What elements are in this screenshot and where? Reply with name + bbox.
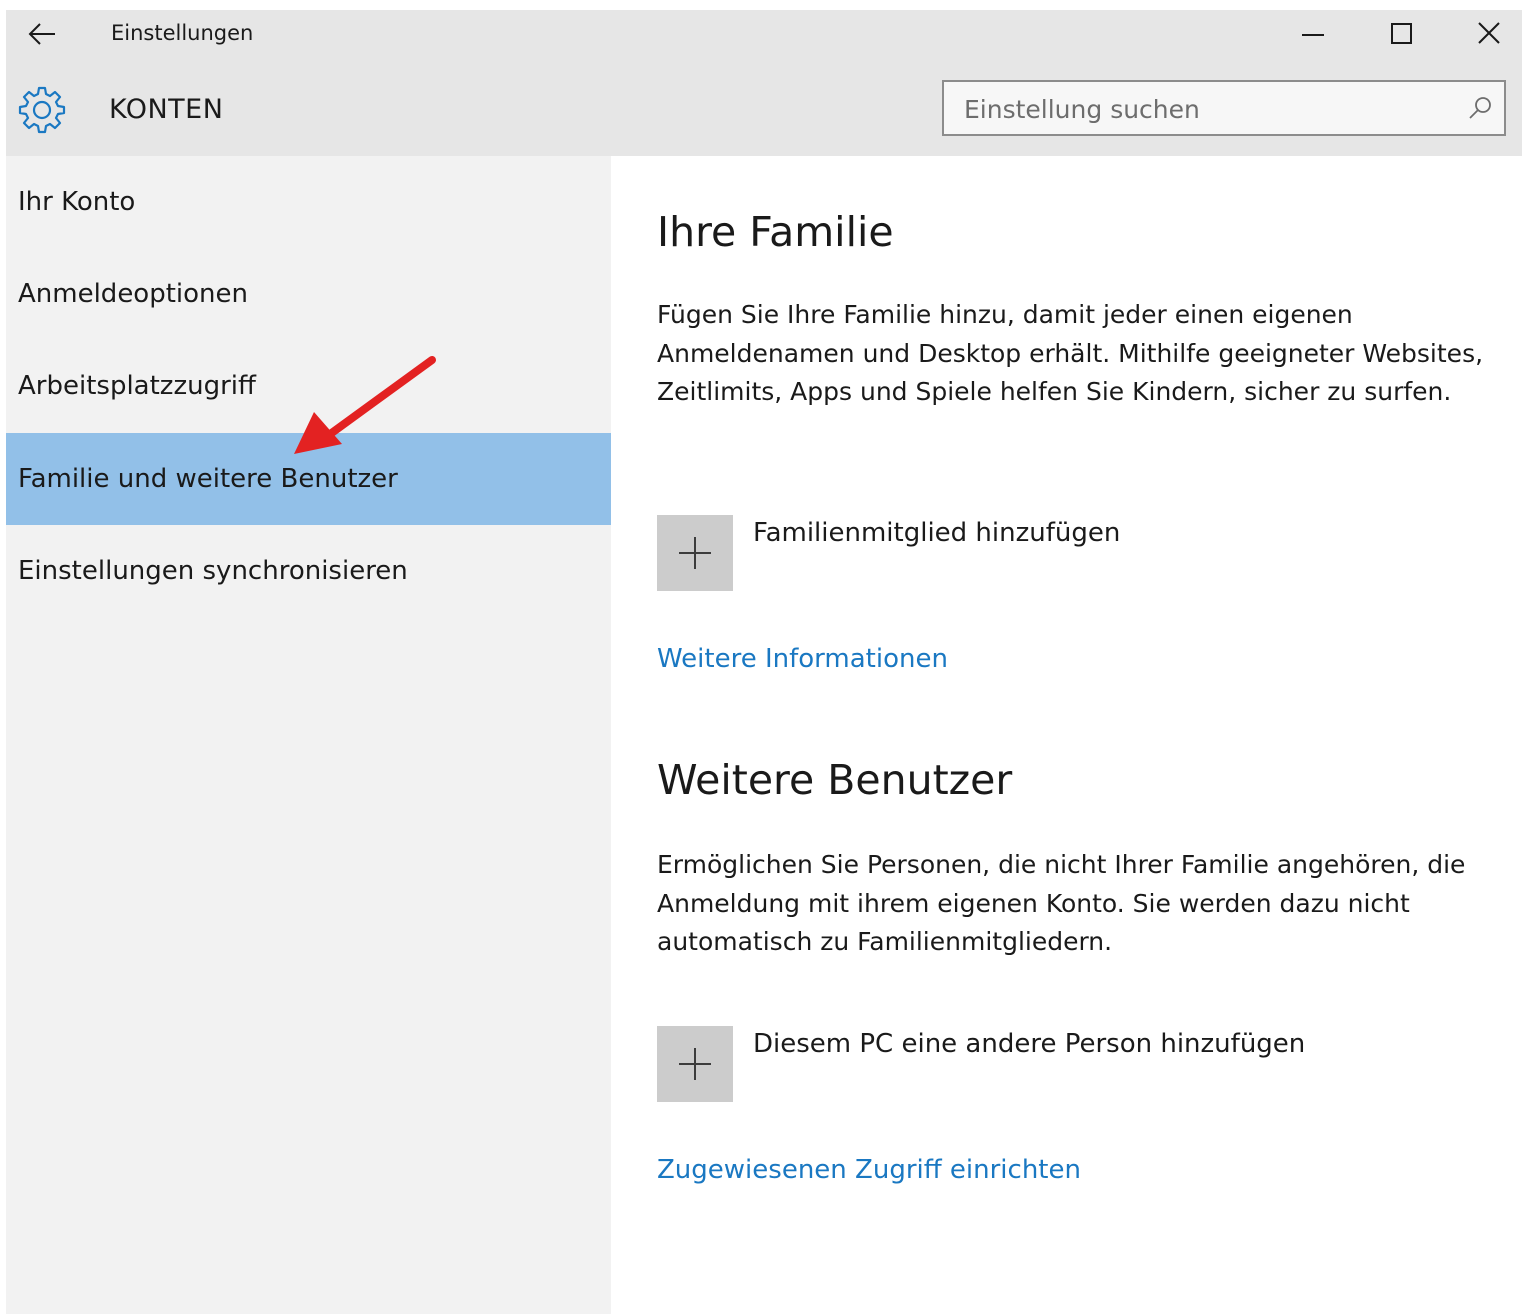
- annotation-arrow-icon: [294, 356, 436, 454]
- sidebar-item-sync[interactable]: Einstellungen synchronisieren: [6, 525, 611, 617]
- sidebar-item-label: Familie und weitere Benutzer: [18, 464, 398, 494]
- maximize-icon: [1391, 23, 1412, 44]
- minimize-icon: [1302, 34, 1324, 36]
- add-other-person-button[interactable]: [657, 1026, 733, 1102]
- close-button[interactable]: [1468, 16, 1508, 52]
- other-users-description: Ermöglichen Sie Personen, die nicht Ihre…: [657, 850, 1466, 956]
- back-arrow-icon: [28, 23, 55, 45]
- back-button[interactable]: [24, 18, 60, 50]
- family-heading: Ihre Familie: [657, 208, 894, 256]
- plus-icon: [679, 537, 711, 569]
- more-info-link[interactable]: Weitere Informationen: [657, 644, 948, 674]
- add-other-person-label[interactable]: Diesem PC eine andere Person hinzufügen: [753, 1029, 1305, 1059]
- sidebar-item-label: Einstellungen synchronisieren: [18, 556, 408, 586]
- main-content: Ihre Familie Fügen Sie Ihre Familie hinz…: [611, 156, 1522, 1314]
- close-icon: [1478, 22, 1500, 44]
- sidebar-item-anmeldeoptionen[interactable]: Anmeldeoptionen: [6, 248, 611, 340]
- search-icon[interactable]: [1466, 94, 1494, 122]
- gear-icon: [18, 86, 66, 134]
- page-header: KONTEN: [6, 58, 1522, 156]
- search-input[interactable]: [962, 82, 1446, 136]
- minimize-button[interactable]: [1293, 16, 1333, 52]
- sidebar-item-label: Anmeldeoptionen: [18, 279, 249, 309]
- sidebar-item-label: Ihr Konto: [18, 187, 136, 217]
- sidebar-item-label: Arbeitsplatzzugriff: [18, 371, 256, 401]
- sidebar-item-ihr-konto[interactable]: Ihr Konto: [6, 156, 611, 248]
- search-box[interactable]: [942, 80, 1506, 136]
- window-title: Einstellungen: [111, 21, 254, 45]
- family-description: Fügen Sie Ihre Familie hinzu, damit jede…: [657, 300, 1484, 406]
- maximize-button[interactable]: [1381, 16, 1421, 52]
- add-family-member-button[interactable]: [657, 515, 733, 591]
- title-bar: Einstellungen: [6, 10, 1522, 58]
- plus-icon: [679, 1048, 711, 1080]
- other-users-heading: Weitere Benutzer: [657, 756, 1013, 804]
- settings-window: Einstellungen KONTEN Einstellung suchen …: [6, 10, 1522, 1314]
- sidebar-nav: Ihr Konto Anmeldeoptionen Arbeitsplatzzu…: [6, 156, 611, 1314]
- page-title: KONTEN: [109, 94, 224, 125]
- assigned-access-link[interactable]: Zugewiesenen Zugriff einrichten: [657, 1155, 1081, 1185]
- add-family-member-label[interactable]: Familienmitglied hinzufügen: [753, 518, 1120, 548]
